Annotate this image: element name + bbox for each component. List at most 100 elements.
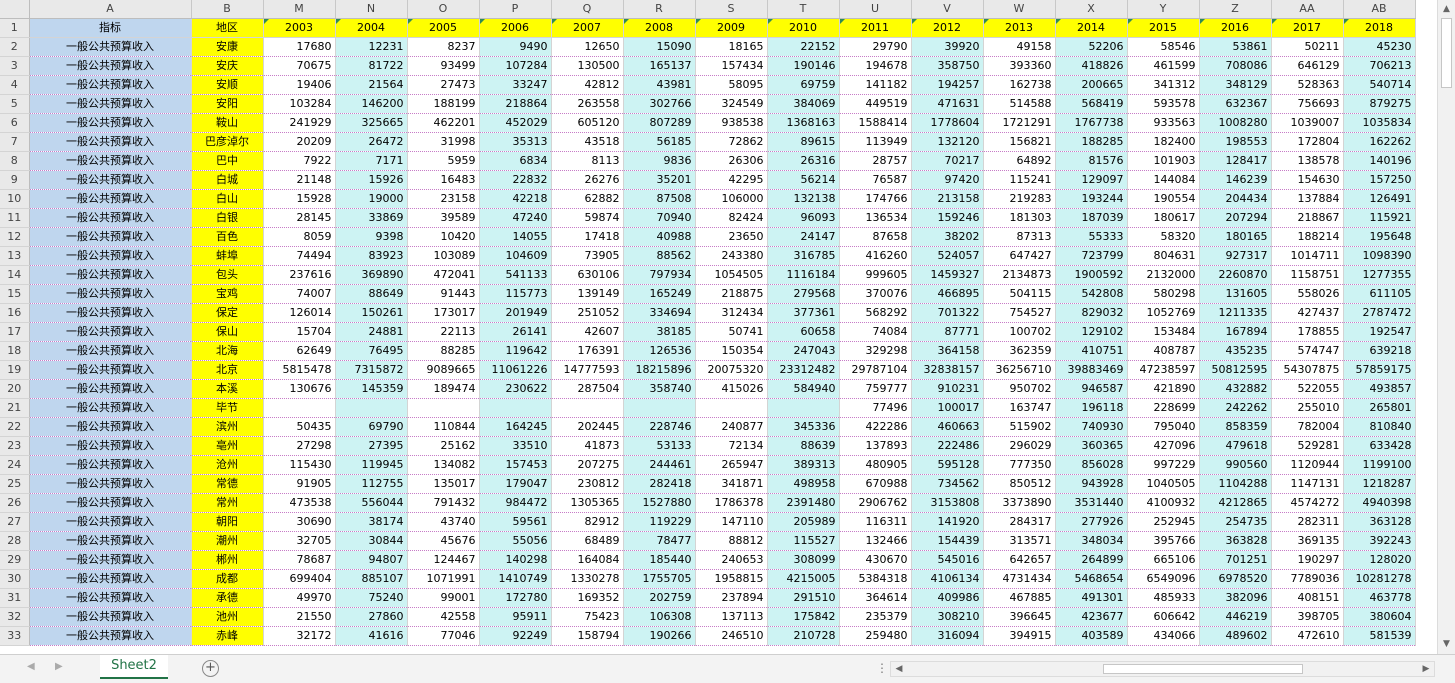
cell-value[interactable]: 74007 — [263, 284, 336, 304]
cell-value[interactable]: 408787 — [1127, 341, 1200, 361]
cell-value[interactable]: 33510 — [479, 436, 552, 456]
cell-value[interactable]: 137884 — [1271, 189, 1344, 209]
cell-value[interactable]: 708086 — [1199, 56, 1272, 76]
cell-value[interactable]: 670988 — [839, 474, 912, 494]
cell-region[interactable]: 潮州 — [191, 531, 264, 551]
cell-value[interactable]: 43981 — [623, 75, 696, 95]
cell-value[interactable]: 467885 — [983, 588, 1056, 608]
row-header[interactable]: 5 — [0, 94, 30, 114]
cell-value[interactable]: 14777593 — [551, 360, 624, 380]
cell-value[interactable]: 471631 — [911, 94, 984, 114]
cell-region[interactable]: 池州 — [191, 607, 264, 627]
column-header-r[interactable]: R — [623, 0, 696, 19]
cell-value[interactable]: 141182 — [839, 75, 912, 95]
cell-value[interactable]: 542808 — [1055, 284, 1128, 304]
column-header-z[interactable]: Z — [1199, 0, 1272, 19]
cell-value[interactable]: 254735 — [1199, 512, 1272, 532]
cell-value[interactable]: 139149 — [551, 284, 624, 304]
cell-value[interactable]: 12650 — [551, 37, 624, 57]
cell-value[interactable]: 795040 — [1127, 417, 1200, 437]
cell-value[interactable]: 291510 — [767, 588, 840, 608]
cell-value[interactable]: 287504 — [551, 379, 624, 399]
cell-value[interactable]: 446219 — [1199, 607, 1272, 627]
cell-value[interactable]: 558026 — [1271, 284, 1344, 304]
cell-value[interactable]: 277926 — [1055, 512, 1128, 532]
cell-indicator[interactable]: 一般公共预算收入 — [29, 208, 192, 228]
cell-value[interactable]: 345336 — [767, 417, 840, 437]
cell-value[interactable]: 364614 — [839, 588, 912, 608]
cell-value[interactable]: 228746 — [623, 417, 696, 437]
cell-value[interactable]: 19000 — [335, 189, 408, 209]
cell-value[interactable]: 284317 — [983, 512, 1056, 532]
cell-value[interactable]: 630106 — [551, 265, 624, 285]
cell-value[interactable]: 606642 — [1127, 607, 1200, 627]
cell-value[interactable]: 180165 — [1199, 227, 1272, 247]
cell-value[interactable]: 201949 — [479, 303, 552, 323]
cell-value[interactable]: 756693 — [1271, 94, 1344, 114]
cell-value[interactable]: 126014 — [263, 303, 336, 323]
cell-value[interactable]: 348034 — [1055, 531, 1128, 551]
cell-value[interactable]: 78687 — [263, 550, 336, 570]
cell-indicator[interactable]: 一般公共预算收入 — [29, 341, 192, 361]
cell-value[interactable]: 240877 — [695, 417, 768, 437]
cell-value[interactable]: 370076 — [839, 284, 912, 304]
cell-value[interactable]: 997229 — [1127, 455, 1200, 475]
cell-value[interactable]: 138578 — [1271, 151, 1344, 171]
cell-value[interactable]: 204434 — [1199, 189, 1272, 209]
cell-value[interactable]: 416260 — [839, 246, 912, 266]
cell-indicator[interactable]: 一般公共预算收入 — [29, 474, 192, 494]
cell-value[interactable]: 33247 — [479, 75, 552, 95]
column-header-m[interactable]: M — [263, 0, 336, 19]
cell-year-header[interactable]: 2013 — [983, 18, 1056, 38]
cell-value[interactable]: 41873 — [551, 436, 624, 456]
cell-value[interactable]: 398705 — [1271, 607, 1344, 627]
cell-value[interactable]: 185440 — [623, 550, 696, 570]
cell-value[interactable]: 605120 — [551, 113, 624, 133]
cell-indicator[interactable]: 一般公共预算收入 — [29, 512, 192, 532]
cell-value[interactable]: 2134873 — [983, 265, 1056, 285]
cell-value[interactable]: 1755705 — [623, 569, 696, 589]
cell-value[interactable]: 178855 — [1271, 322, 1344, 342]
cell-value[interactable]: 88562 — [623, 246, 696, 266]
cell-value[interactable]: 58320 — [1127, 227, 1200, 247]
cell-value[interactable]: 42812 — [551, 75, 624, 95]
cell-value[interactable]: 69790 — [335, 417, 408, 437]
cell-value[interactable]: 49970 — [263, 588, 336, 608]
cell-value[interactable]: 128417 — [1199, 151, 1272, 171]
cell-value[interactable]: 129097 — [1055, 170, 1128, 190]
splitter-icon[interactable]: ⋮ — [876, 661, 889, 675]
cell-value[interactable]: 134082 — [407, 455, 480, 475]
cell-value[interactable]: 1459327 — [911, 265, 984, 285]
cell-value[interactable]: 7789036 — [1271, 569, 1344, 589]
cell-value[interactable]: 263558 — [551, 94, 624, 114]
cell-value[interactable]: 106308 — [623, 607, 696, 627]
cell-value[interactable]: 140298 — [479, 550, 552, 570]
cell-value[interactable]: 141920 — [911, 512, 984, 532]
cell-value[interactable]: 26141 — [479, 322, 552, 342]
cell-value[interactable]: 1014711 — [1271, 246, 1344, 266]
cell-value[interactable]: 1305365 — [551, 493, 624, 513]
cell-value[interactable]: 190554 — [1127, 189, 1200, 209]
cell-value[interactable]: 491301 — [1055, 588, 1128, 608]
cell-region[interactable]: 毕节 — [191, 398, 264, 418]
cell-value[interactable]: 984472 — [479, 493, 552, 513]
cell-value[interactable]: 633428 — [1343, 436, 1416, 456]
cell-value[interactable]: 384069 — [767, 94, 840, 114]
cell-value[interactable]: 9490 — [479, 37, 552, 57]
cell-value[interactable]: 369890 — [335, 265, 408, 285]
cell-value[interactable]: 574747 — [1271, 341, 1344, 361]
cell-value[interactable]: 130676 — [263, 379, 336, 399]
cell-value[interactable]: 47238597 — [1127, 360, 1200, 380]
cell-value[interactable]: 791432 — [407, 493, 480, 513]
cell-value[interactable]: 15090 — [623, 37, 696, 57]
cell-indicator[interactable]: 一般公共预算收入 — [29, 626, 192, 646]
row-header[interactable]: 2 — [0, 37, 30, 57]
cell-value[interactable]: 1330278 — [551, 569, 624, 589]
cell-value[interactable]: 136534 — [839, 208, 912, 228]
cell-indicator[interactable]: 一般公共预算收入 — [29, 493, 192, 513]
cell-value[interactable]: 15704 — [263, 322, 336, 342]
cell-indicator[interactable]: 一般公共预算收入 — [29, 151, 192, 171]
cell-year-header[interactable]: 2006 — [479, 18, 552, 38]
cell-value[interactable]: 9836 — [623, 151, 696, 171]
cell-value[interactable]: 100702 — [983, 322, 1056, 342]
